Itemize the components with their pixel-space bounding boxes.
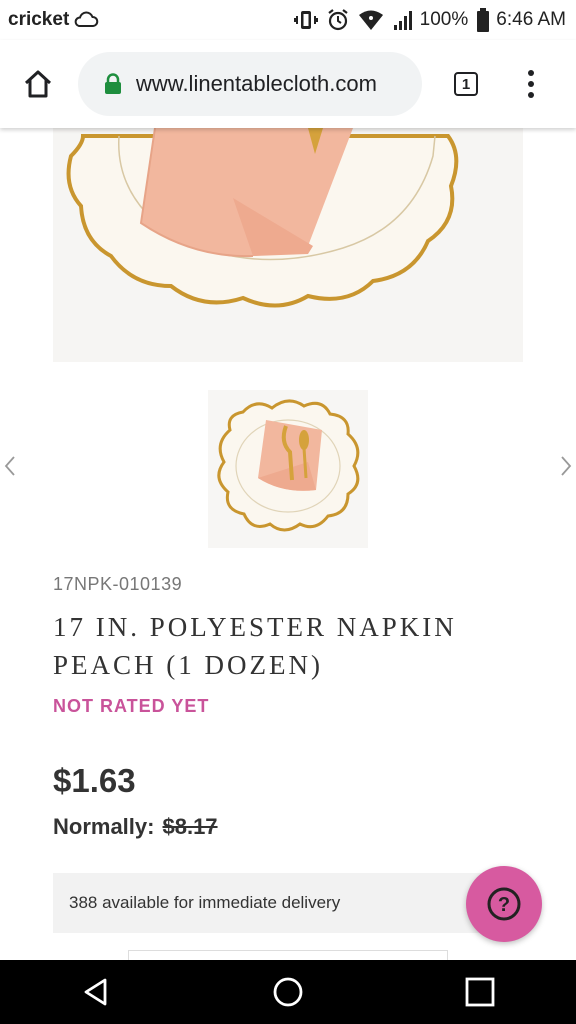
- lock-icon: [104, 73, 122, 95]
- clock: 6:46 AM: [496, 9, 566, 30]
- alarm-icon: [326, 8, 350, 32]
- status-bar: cricket 100% 6:46 AM: [0, 0, 576, 40]
- home-button[interactable]: [0, 40, 76, 128]
- rating-link[interactable]: NOT RATED YET: [53, 696, 209, 717]
- product-sku: 17NPK-010139: [53, 574, 183, 594]
- product-main-image[interactable]: [53, 128, 523, 362]
- home-circle-icon: [273, 977, 303, 1007]
- cloud-icon: [74, 11, 99, 27]
- back-triangle-icon: [84, 978, 107, 1006]
- system-navigation-bar: [0, 960, 576, 1024]
- carrier-name: cricket: [8, 9, 70, 30]
- status-icons: 100% 6:46 AM: [286, 8, 566, 32]
- product-price: $1.63: [53, 762, 136, 799]
- chevron-right-icon: [561, 456, 572, 476]
- home-nav-button[interactable]: [258, 962, 318, 1022]
- chevron-left-icon: [4, 456, 15, 476]
- regular-price: Normally: $8.17: [53, 814, 218, 840]
- question-icon: ?: [487, 887, 521, 921]
- tabs-icon: 1: [454, 72, 478, 96]
- carousel-prev-button[interactable]: [2, 452, 18, 480]
- menu-icon[interactable]: [514, 64, 548, 104]
- carousel-next-button[interactable]: [558, 452, 574, 480]
- url-text: www.linentablecloth.com: [136, 71, 377, 96]
- availability-box: 388 available for immediate delivery: [53, 873, 523, 933]
- signal-icon: [392, 9, 414, 31]
- regular-price-value: $8.17: [162, 814, 218, 839]
- browser-toolbar: www.linentablecloth.com 1: [0, 40, 576, 128]
- product-thumbnail[interactable]: [208, 390, 368, 548]
- product-title: 17 IN. POLYESTER NAPKIN PEACH (1 DOZEN): [53, 612, 457, 680]
- battery-level: 100%: [419, 9, 469, 30]
- recents-square-icon: [465, 977, 495, 1007]
- availability-text: 388 available for immediate delivery: [69, 893, 341, 912]
- wifi-icon: [358, 9, 384, 31]
- help-button[interactable]: ?: [466, 866, 542, 942]
- plate-napkin-illustration: [53, 128, 523, 362]
- plate-napkin-thumbnail: [208, 390, 368, 548]
- carrier-group: cricket: [8, 9, 99, 31]
- regular-price-label: Normally:: [53, 814, 155, 839]
- recents-button[interactable]: [450, 962, 510, 1022]
- battery-icon: [476, 8, 490, 32]
- tab-count: 1: [461, 75, 471, 93]
- home-icon: [24, 70, 52, 98]
- svg-text:?: ?: [498, 894, 510, 916]
- address-bar[interactable]: www.linentablecloth.com: [78, 52, 422, 116]
- back-button[interactable]: [66, 962, 126, 1022]
- vibrate-icon: [293, 9, 318, 31]
- tab-switcher-button[interactable]: 1: [446, 64, 486, 104]
